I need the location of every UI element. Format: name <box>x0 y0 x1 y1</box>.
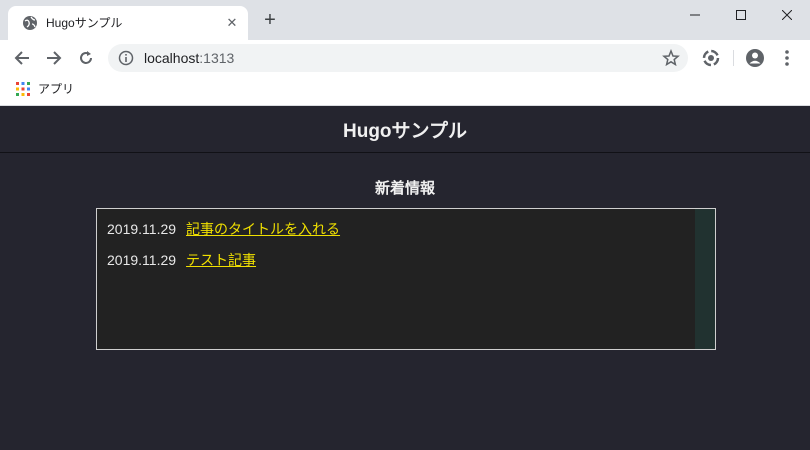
news-link[interactable]: テスト記事 <box>186 252 256 268</box>
back-icon[interactable] <box>10 46 34 70</box>
news-date: 2019.11.29 <box>107 252 177 268</box>
star-icon[interactable] <box>662 48 680 67</box>
browser-tab[interactable]: Hugoサンプル ✕ <box>8 6 248 40</box>
page-content: Hugoサンプル 新着情報 2019.11.29 記事のタイトルを入れる 2019… <box>0 107 810 450</box>
news-item: 2019.11.29 記事のタイトルを入れる <box>107 219 340 250</box>
toolbar-divider <box>733 50 734 66</box>
profile-icon[interactable] <box>744 47 766 69</box>
tab-title: Hugoサンプル <box>46 16 123 30</box>
maximize-button[interactable] <box>718 0 764 30</box>
extension-icon[interactable] <box>700 47 722 69</box>
window-close-button[interactable] <box>764 0 810 30</box>
address-bar[interactable]: localhost:1313 <box>108 44 688 72</box>
forward-icon[interactable] <box>42 46 66 70</box>
browser-toolbar: localhost:1313 <box>0 40 810 76</box>
menu-icon[interactable] <box>776 47 798 69</box>
news-heading: 新着情報 <box>374 180 435 197</box>
news-link[interactable]: 記事のタイトルを入れる <box>186 221 340 237</box>
globe-icon <box>22 15 38 31</box>
plus-icon[interactable]: + <box>260 10 280 30</box>
site-header: Hugoサンプル <box>0 107 810 153</box>
news-scrollbar[interactable] <box>695 209 715 349</box>
url-text: localhost:1313 <box>144 50 235 66</box>
news-item: 2019.11.29 テスト記事 <box>107 250 340 281</box>
close-icon[interactable]: ✕ <box>224 15 240 31</box>
apps-icon[interactable] <box>16 82 30 96</box>
news-box: 2019.11.29 記事のタイトルを入れる 2019.11.29 テスト記事 <box>96 208 716 350</box>
news-date: 2019.11.29 <box>107 221 177 237</box>
apps-bookmark[interactable]: アプリ <box>38 81 74 97</box>
news-list: 2019.11.29 記事のタイトルを入れる 2019.11.29 テスト記事 <box>107 219 340 281</box>
info-icon[interactable] <box>118 50 134 66</box>
site-title[interactable]: Hugoサンプル <box>343 116 467 143</box>
minimize-button[interactable] <box>672 0 718 30</box>
reload-icon[interactable] <box>74 46 98 70</box>
bookmarks-bar: アプリ <box>0 76 810 106</box>
tab-strip: Hugoサンプル ✕ + <box>0 0 810 40</box>
